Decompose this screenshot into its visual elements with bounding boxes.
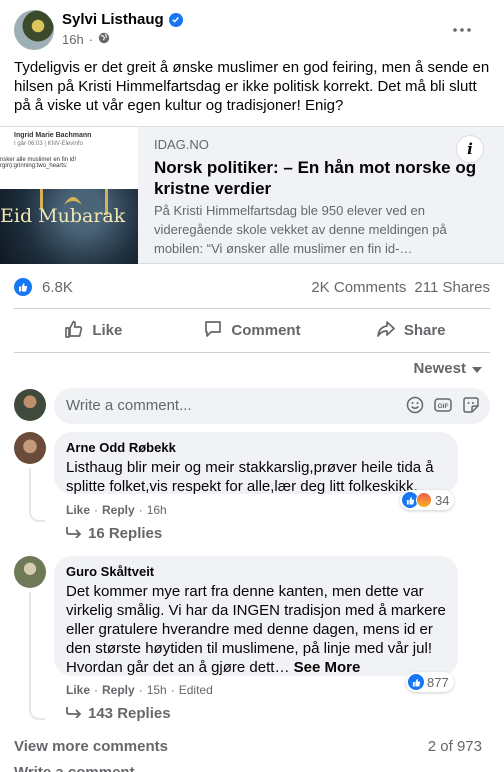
comment-reply-link[interactable]: Reply bbox=[102, 503, 135, 517]
verified-badge-icon bbox=[168, 12, 183, 27]
info-icon[interactable]: i bbox=[456, 135, 484, 163]
comment-label: Comment bbox=[231, 322, 301, 339]
comment-text: Listhaug blir meir og meir stakkarslig,p… bbox=[66, 459, 434, 495]
current-user-avatar[interactable] bbox=[14, 389, 46, 421]
comment-input-box[interactable]: Write a comment... GIF bbox=[54, 388, 490, 424]
reply-arrow-icon bbox=[66, 525, 82, 542]
comment-composer: Write a comment... GIF bbox=[14, 388, 490, 424]
like-reaction-icon[interactable] bbox=[14, 278, 32, 296]
post-text: Tydeligvis er det greit å ønske muslimer… bbox=[14, 59, 490, 114]
comment-meta: Like · Reply · 15h · Edited bbox=[66, 683, 213, 697]
meta-separator: · bbox=[138, 503, 143, 517]
view-replies-button[interactable]: 143 Replies bbox=[66, 705, 171, 722]
share-label: Share bbox=[403, 322, 446, 339]
link-title[interactable]: Norsk politiker: – En hån mot norske og … bbox=[154, 157, 494, 199]
comment-input[interactable]: Write a comment... bbox=[66, 397, 192, 414]
thread-line bbox=[29, 592, 31, 706]
comment-bubble-icon bbox=[203, 319, 223, 343]
post-meta: 16h · bbox=[62, 32, 110, 47]
comment-like-link[interactable]: Like bbox=[66, 683, 90, 697]
comment-meta: Like · Reply · 16h bbox=[66, 503, 167, 517]
link-preview-card[interactable]: Ingrid Marie Bachmann I går 06:03 | KNV-… bbox=[0, 126, 504, 264]
like-reaction-icon bbox=[408, 674, 424, 690]
comment-reaction-count: 34 bbox=[435, 492, 450, 508]
replies-count: 16 Replies bbox=[88, 525, 163, 542]
thumbs-up-icon bbox=[64, 319, 84, 343]
author-avatar[interactable] bbox=[14, 10, 54, 50]
globe-icon bbox=[98, 32, 110, 47]
comments-count[interactable]: 2K Comments bbox=[311, 279, 406, 296]
thumbnail-header: Ingrid Marie Bachmann I går 06:03 | KNV-… bbox=[0, 127, 138, 189]
comment-text: Det kommer mye rart fra denne kanten, me… bbox=[66, 582, 446, 677]
reactions-stats: 6.8K 2K Comments 211 Shares bbox=[14, 276, 490, 298]
comment-reply-link[interactable]: Reply bbox=[102, 683, 135, 697]
sort-label: Newest bbox=[413, 360, 466, 377]
commenter-name[interactable]: Guro Skåltveit bbox=[66, 564, 446, 579]
thread-connector bbox=[29, 706, 45, 720]
reaction-count[interactable]: 6.8K bbox=[42, 279, 73, 296]
meta-separator: · bbox=[170, 683, 175, 697]
commenter-avatar[interactable] bbox=[14, 432, 46, 464]
thumbnail-text: nsker alle muslimer en fin id! rgin):gri… bbox=[0, 157, 76, 169]
meta-separator: · bbox=[138, 683, 143, 697]
post-time[interactable]: 16h bbox=[62, 32, 84, 47]
like-label: Like bbox=[92, 322, 123, 339]
write-comment-cut[interactable]: Write a comment... bbox=[14, 764, 147, 772]
thread-line bbox=[29, 468, 31, 508]
replies-count: 143 Replies bbox=[88, 705, 171, 722]
shares-count[interactable]: 211 Shares bbox=[414, 279, 490, 296]
angry-reaction-icon bbox=[416, 492, 432, 508]
comment-bubble: Arne Odd Røbekk Listhaug blir meir og me… bbox=[54, 432, 458, 495]
more-options-icon[interactable] bbox=[448, 16, 476, 44]
meta-separator: · bbox=[94, 503, 99, 517]
caret-down-icon bbox=[472, 360, 482, 377]
svg-text:GIF: GIF bbox=[438, 403, 449, 410]
sticker-icon[interactable] bbox=[462, 396, 480, 414]
view-more-comments-link[interactable]: View more comments bbox=[14, 738, 168, 755]
comment-reaction-count: 877 bbox=[427, 674, 449, 690]
comment-like-link[interactable]: Like bbox=[66, 503, 90, 517]
link-description: På Kristi Himmelfartsdag ble 950 elever … bbox=[154, 203, 447, 256]
link-thumbnail: Ingrid Marie Bachmann I går 06:03 | KNV-… bbox=[0, 127, 138, 264]
thumbnail-name: Ingrid Marie Bachmann bbox=[14, 132, 92, 139]
eid-banner-text: Eid Mubarak bbox=[0, 205, 126, 227]
comment-button[interactable]: Comment bbox=[173, 309, 332, 352]
comment-item: Arne Odd Røbekk Listhaug blir meir og me… bbox=[14, 432, 490, 542]
comment-sort-dropdown[interactable]: Newest bbox=[413, 360, 482, 377]
comment-text-body: Det kommer mye rart fra denne kanten, me… bbox=[66, 583, 446, 676]
composer-icons: GIF bbox=[406, 396, 480, 414]
commenter-avatar[interactable] bbox=[14, 556, 46, 588]
reply-arrow-icon bbox=[66, 705, 82, 722]
post-actions: Like Comment Share bbox=[14, 308, 490, 352]
comment-item: Guro Skåltveit Det kommer mye rart fra d… bbox=[14, 556, 490, 726]
thread-connector bbox=[29, 508, 45, 522]
share-arrow-icon bbox=[376, 319, 396, 343]
comment-page-count: 2 of 973 bbox=[427, 738, 482, 755]
stats-right: 2K Comments 211 Shares bbox=[311, 279, 490, 296]
meta-separator: · bbox=[94, 683, 99, 697]
comment-time[interactable]: 15h bbox=[147, 683, 167, 697]
author-name[interactable]: Sylvi Listhaug bbox=[62, 11, 164, 28]
link-source: IDAG.NO bbox=[154, 137, 209, 152]
eid-banner-image: Eid Mubarak bbox=[0, 189, 138, 264]
like-button[interactable]: Like bbox=[14, 309, 173, 352]
comment-time[interactable]: 16h bbox=[147, 503, 167, 517]
comment-reactions[interactable]: 877 bbox=[406, 672, 454, 692]
view-replies-button[interactable]: 16 Replies bbox=[66, 525, 162, 542]
emoji-icon[interactable] bbox=[406, 396, 424, 414]
share-button[interactable]: Share bbox=[331, 309, 490, 352]
see-more-link[interactable]: See More bbox=[294, 659, 361, 676]
actions-divider bbox=[14, 352, 490, 353]
gif-icon[interactable]: GIF bbox=[434, 396, 452, 414]
author-row: Sylvi Listhaug bbox=[62, 11, 183, 28]
thumbnail-sub: I går 06:03 | KNV-Elevinfo bbox=[14, 141, 83, 147]
post-header: Sylvi Listhaug 16h · bbox=[14, 10, 490, 50]
edited-label: Edited bbox=[178, 683, 213, 697]
commenter-name[interactable]: Arne Odd Røbekk bbox=[66, 440, 446, 455]
comment-reactions[interactable]: 34 bbox=[400, 490, 455, 510]
comment-bubble: Guro Skåltveit Det kommer mye rart fra d… bbox=[54, 556, 458, 676]
thumbnail-text-line-2: rgin):grinning:two_hearts: bbox=[0, 163, 68, 169]
meta-separator: · bbox=[88, 32, 94, 47]
